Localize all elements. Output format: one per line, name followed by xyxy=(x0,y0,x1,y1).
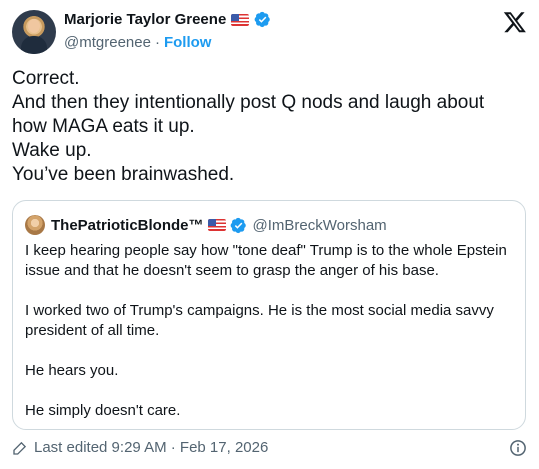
quote-author-handle: @ImBreckWorsham xyxy=(252,216,387,234)
author-avatar[interactable] xyxy=(12,10,56,54)
author-display-name[interactable]: Marjorie Taylor Greene xyxy=(64,11,226,28)
quoted-tweet[interactable]: ThePatrioticBlonde™ @ImBreckWorsham I ke… xyxy=(12,200,526,430)
verified-badge-icon xyxy=(254,11,271,28)
quote-paragraph: I worked two of Trump's campaigns. He is… xyxy=(25,302,494,339)
us-flag-icon xyxy=(207,219,226,231)
x-logo-icon[interactable] xyxy=(503,10,527,34)
tweet-line: Wake up. xyxy=(12,140,92,161)
tweet-text: Correct. And then they intentionally pos… xyxy=(12,67,527,187)
author-name-row: Marjorie Taylor Greene xyxy=(64,11,271,28)
author-handle[interactable]: @mtgreenee xyxy=(64,34,151,51)
quote-paragraph: He hears you. xyxy=(25,362,119,379)
quote-author-avatar xyxy=(25,215,45,235)
tweet-line: how MAGA eats it up. xyxy=(12,116,195,137)
handle-separator: · xyxy=(154,34,160,51)
verified-badge-icon xyxy=(230,217,246,233)
quote-author-name: ThePatrioticBlonde™ xyxy=(51,216,204,234)
tweet-card: Marjorie Taylor Greene @mtgreenee · Foll… xyxy=(0,0,539,469)
author-handle-row: @mtgreenee · Follow xyxy=(64,34,211,51)
tweet-line: You’ve been brainwashed. xyxy=(12,164,235,185)
tweet-line: And then they intentionally post Q nods … xyxy=(12,92,485,113)
info-icon[interactable] xyxy=(509,439,527,457)
quote-paragraph: I keep hearing people say how "tone deaf… xyxy=(25,242,507,279)
tweet-line: Correct. xyxy=(12,68,80,89)
tweet-footer: Last edited 9:29 AM · Feb 17, 2026 xyxy=(12,439,268,456)
quote-header: ThePatrioticBlonde™ @ImBreckWorsham xyxy=(25,215,387,235)
avatar-face xyxy=(28,19,40,33)
pencil-icon xyxy=(13,441,27,455)
avatar-body xyxy=(21,36,47,54)
quote-body: I keep hearing people say how "tone deaf… xyxy=(25,241,515,421)
last-edited-timestamp[interactable]: Last edited 9:29 AM · Feb 17, 2026 xyxy=(34,439,268,456)
follow-button[interactable]: Follow xyxy=(164,34,212,51)
quote-paragraph: He simply doesn't care. xyxy=(25,402,181,419)
us-flag-icon xyxy=(231,13,250,26)
